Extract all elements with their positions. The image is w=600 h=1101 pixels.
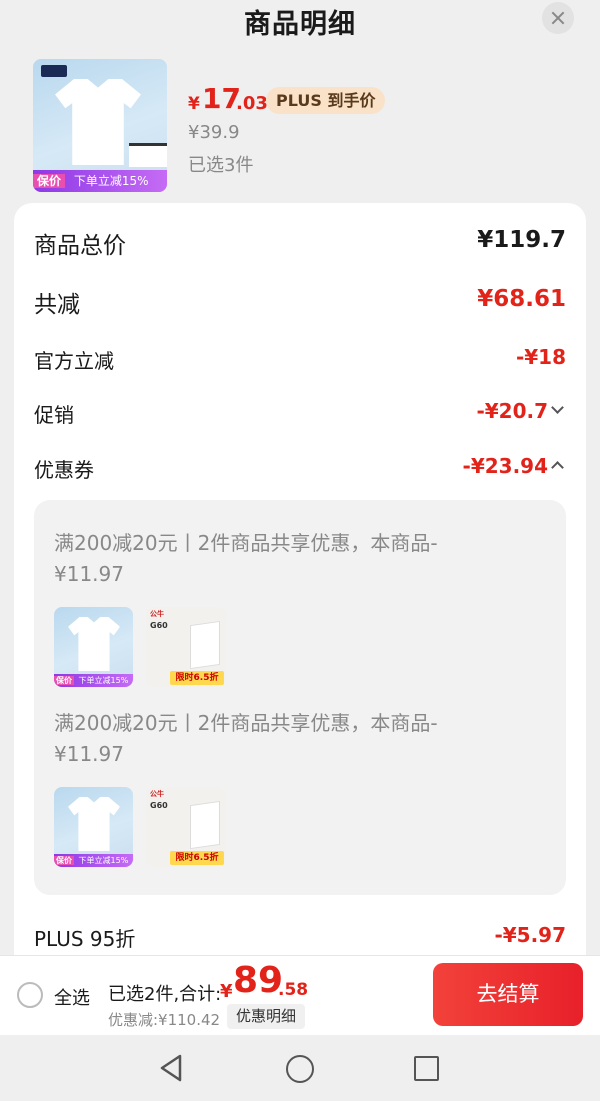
model-label: G60 [150, 621, 168, 630]
total-reduction-label: 共减 [34, 292, 80, 318]
brand-logo [41, 65, 67, 77]
coupon-rule-text: 满200减20元丨2件商品共享优惠，本商品-¥11.97 [54, 711, 438, 766]
coupon-item-thumbnail-tshirt: 保价 下单立减15% [54, 787, 133, 867]
total-reduction-value: ¥68.61 [477, 286, 566, 312]
plus-price-badge: PLUS 到手价 [266, 87, 386, 114]
checkout-button[interactable]: 去结算 [433, 963, 583, 1026]
brand-label: 公牛 [150, 610, 164, 618]
coupon-rule-text: 满200减20元丨2件商品共享优惠，本商品-¥11.97 [54, 531, 438, 586]
selected-count: 已选3件 [188, 155, 254, 176]
thumbnail-promo-banner: 保价 下单立减15% [54, 674, 133, 687]
model-label: G60 [150, 801, 168, 810]
price-decimal: .03 [236, 93, 268, 114]
coupon-label[interactable]: 优惠券 [34, 454, 94, 483]
promo-tag: 保价 [54, 856, 74, 865]
total-decimal: .58 [278, 980, 309, 1000]
close-button[interactable] [542, 2, 574, 34]
switch-panel-image [190, 620, 220, 670]
brand-label: 公牛 [150, 790, 164, 798]
total-price-value: ¥119.7 [477, 227, 566, 253]
promo-tag: 保价 [33, 174, 66, 188]
page-title: 商品明细 [244, 9, 356, 40]
discount-total: 优惠减:¥110.42 [108, 1011, 221, 1029]
coupon-value[interactable]: -¥23.94 [463, 454, 548, 478]
total-integer: 89 [233, 960, 284, 1001]
total-price-label: 商品总价 [34, 233, 126, 259]
original-price: ¥39.9 [188, 122, 240, 143]
official-discount-value: -¥18 [515, 345, 566, 369]
thumbnail-promo-banner: 保价 下单立减15% [54, 854, 133, 867]
recent-apps-icon[interactable] [414, 1056, 439, 1081]
folded-shirts-image [129, 143, 167, 167]
coupon-item-thumbnail-tshirt: 保价 下单立减15% [54, 607, 133, 687]
plus-discount-value: -¥5.97 [494, 923, 566, 947]
promo-text: 下单立减15% [73, 174, 149, 188]
promotion-label[interactable]: 促销 [34, 399, 74, 428]
discount-detail-button[interactable]: 优惠明细 [227, 1004, 306, 1029]
promo-tag: 保价 [54, 676, 74, 685]
tshirt-image [68, 797, 120, 851]
plus-discount-label: PLUS 95折 [34, 927, 136, 951]
coupon-item-thumbnail-switch-panel: 公牛 G60 限时6.5折 [146, 787, 226, 867]
sale-tag: 限时6.5折 [170, 851, 224, 865]
product-thumbnail: 保价 下单立减15% [33, 59, 167, 192]
official-discount-label: 官方立减 [34, 349, 114, 373]
total-prefix: 已选2件,合计: [108, 984, 222, 1005]
price-currency: ¥ [188, 94, 200, 114]
coupon-label-text: 优惠券 [34, 458, 94, 482]
switch-panel-image [190, 800, 220, 850]
promotion-label-text: 促销 [34, 403, 74, 427]
promo-text: 下单立减15% [78, 676, 129, 685]
back-icon[interactable] [158, 1053, 184, 1083]
sale-tag: 限时6.5折 [170, 671, 224, 685]
home-icon[interactable] [286, 1055, 314, 1083]
select-all-label[interactable]: 全选 [54, 984, 90, 1010]
coupon-item-thumbnail-switch-panel: 公牛 G60 限时6.5折 [146, 607, 226, 687]
select-all-checkbox[interactable] [17, 982, 43, 1008]
thumbnail-promo-banner: 保价 下单立减15% [33, 170, 167, 192]
tshirt-image [68, 617, 120, 671]
promo-text: 下单立减15% [78, 856, 129, 865]
total-currency: ¥ [220, 981, 233, 1002]
promotion-value[interactable]: -¥20.7 [476, 399, 548, 423]
